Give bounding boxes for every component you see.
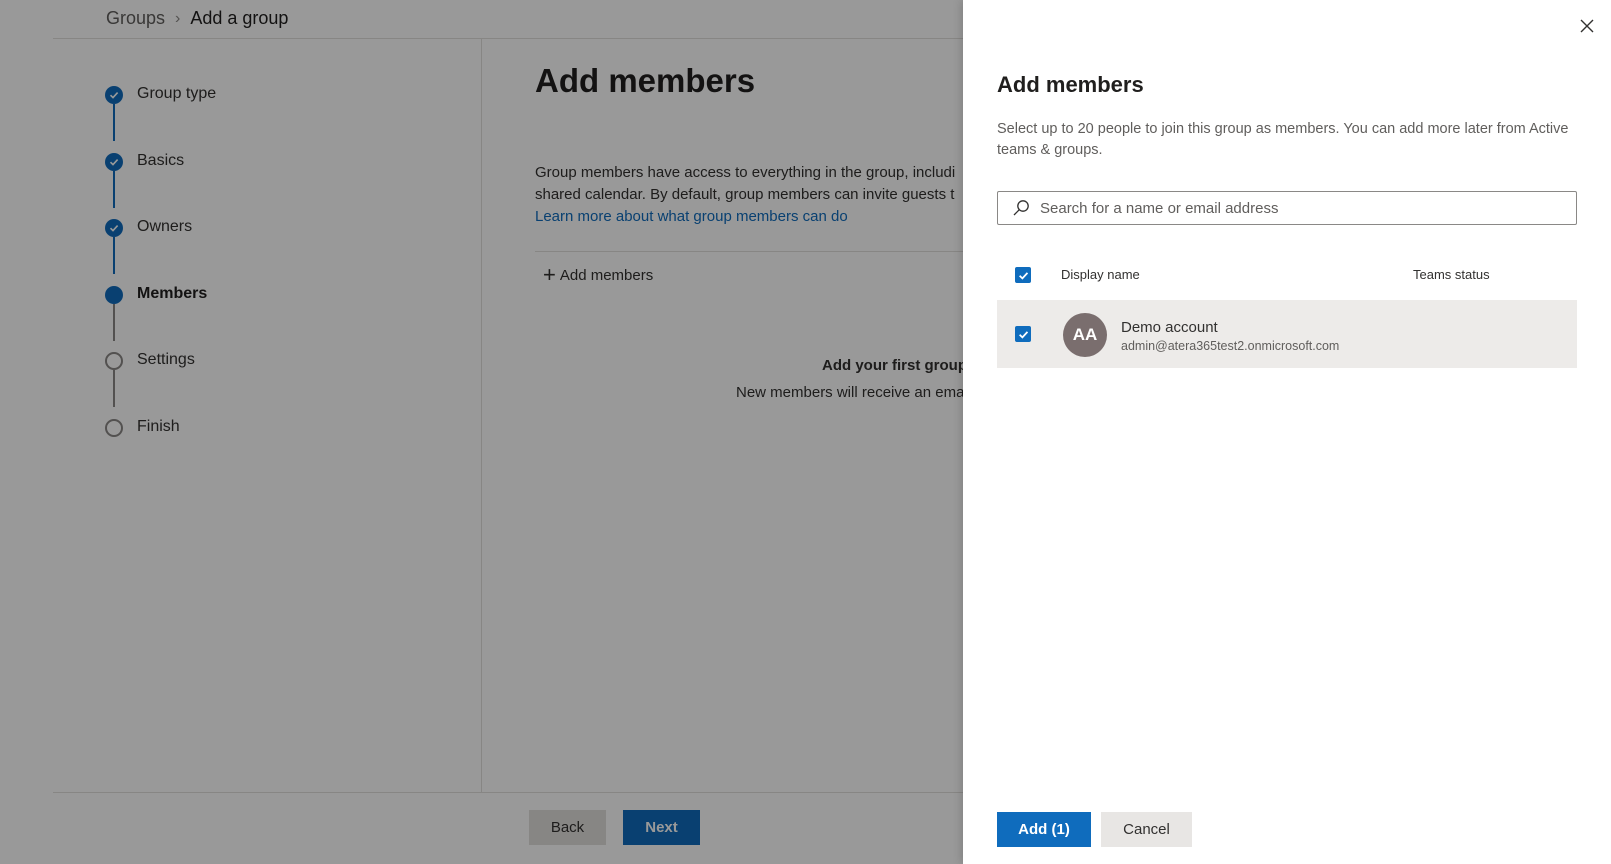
add-members-panel: Add members Select up to 20 people to jo… (963, 0, 1611, 864)
add-button[interactable]: Add (1) (997, 812, 1091, 847)
row-checkbox[interactable] (1015, 326, 1031, 342)
table-header: Display name Teams status (997, 260, 1577, 290)
cancel-button[interactable]: Cancel (1101, 812, 1192, 847)
modal-overlay[interactable] (0, 0, 963, 864)
table-row[interactable]: AA Demo account admin@atera365test2.onmi… (997, 300, 1577, 368)
close-icon (1580, 19, 1594, 33)
select-all-checkbox[interactable] (1015, 267, 1031, 283)
user-display-name: Demo account (1121, 319, 1218, 336)
column-header-display-name[interactable]: Display name (1061, 267, 1140, 282)
user-email: admin@atera365test2.onmicrosoft.com (1121, 339, 1340, 353)
checkmark-icon (1018, 271, 1028, 280)
checkmark-icon (1018, 330, 1028, 339)
column-header-teams-status[interactable]: Teams status (1413, 267, 1490, 282)
close-button[interactable] (1575, 14, 1599, 38)
panel-description: Select up to 20 people to join this grou… (997, 121, 1569, 158)
search-box[interactable] (997, 191, 1577, 225)
search-input[interactable] (1038, 198, 1576, 218)
avatar: AA (1063, 313, 1107, 357)
panel-title: Add members (997, 72, 1144, 97)
search-icon (1012, 199, 1030, 217)
